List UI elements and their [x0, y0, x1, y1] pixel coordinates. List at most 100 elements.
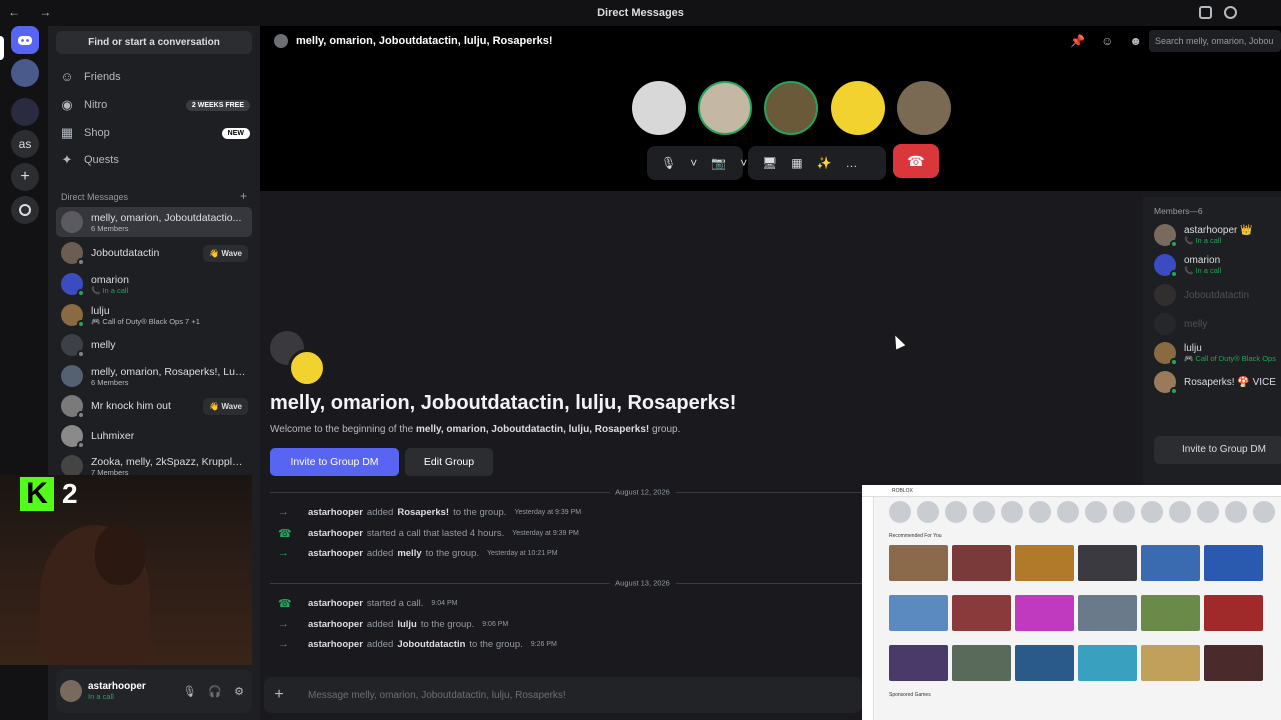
member-item[interactable]: omarion 📞 In a call — [1154, 254, 1221, 278]
sidebar-item-nitro[interactable]: ◉ Nitro 2 WEEKS FREE — [60, 93, 250, 117]
status-indicator — [77, 258, 85, 266]
dm-name: melly, omarion, Rosaperks!, Luh... — [91, 365, 246, 378]
roblox-game-thumbnail — [1204, 595, 1263, 631]
roblox-friend-avatar — [1001, 501, 1023, 523]
more-icon[interactable]: … — [846, 156, 858, 170]
add-server-button[interactable]: + — [11, 163, 39, 191]
wave-button[interactable]: 👋 Wave — [203, 244, 248, 262]
dm-item[interactable]: Mr knock him out 👋 Wave — [56, 391, 252, 421]
compass-icon — [19, 204, 31, 216]
settings-gear-icon[interactable]: ⚙ — [234, 685, 244, 698]
camera-off-icon[interactable]: 📷 — [711, 156, 726, 170]
roblox-overlay: ROBLOX Recommended For You Sponsored Gam… — [862, 485, 1281, 720]
member-item[interactable]: lulju 🎮 Call of Duty® Black Ops — [1154, 342, 1276, 366]
member-item[interactable]: Joboutdatactin — [1154, 284, 1249, 306]
message-user[interactable]: astarhooper — [308, 507, 363, 518]
call-participant-avatar[interactable] — [698, 81, 752, 135]
call-participant-avatar[interactable] — [632, 81, 686, 135]
message-user[interactable]: astarhooper — [308, 598, 363, 609]
dm-name: melly — [91, 339, 116, 351]
sidebar-item-shop[interactable]: ▦ Shop NEW — [60, 121, 250, 145]
roblox-friend-avatar — [945, 501, 967, 523]
dm-item[interactable]: melly, omarion, Rosaperks!, Luh... 6 Memb… — [56, 361, 252, 391]
sidebar-item-friends[interactable]: ☺ Friends — [60, 65, 250, 89]
channel-header: melly, omarion, Joboutdatactin, lulju, R… — [260, 26, 1281, 56]
roblox-section: Recommended For You — [889, 533, 942, 539]
soundboard-icon[interactable]: ✨ — [817, 156, 832, 170]
screen-share-icon[interactable]: 🖥 — [762, 156, 777, 170]
dm-item[interactable]: melly — [56, 330, 252, 360]
message-user[interactable]: astarhooper — [308, 528, 363, 539]
wave-button[interactable]: 👋 Wave — [203, 397, 248, 415]
server-icon-1[interactable] — [11, 59, 39, 87]
group-avatar — [274, 34, 288, 48]
group-big-avatar — [270, 331, 326, 387]
message-user[interactable]: astarhooper — [308, 619, 363, 630]
roblox-game-thumbnail — [952, 595, 1011, 631]
chevron-down-icon[interactable]: ˅ — [690, 156, 697, 170]
call-participant-avatar[interactable] — [764, 81, 818, 135]
message-verb: started a call that lasted 4 hours. — [366, 528, 505, 539]
dm-name: melly, omarion, Joboutdatactio... — [91, 211, 242, 224]
member-text: Rosaperks! 🍄 VICE — [1184, 377, 1276, 388]
server-icon-as[interactable]: as — [11, 130, 39, 158]
create-dm-button[interactable]: + — [240, 190, 247, 202]
help-icon[interactable] — [1224, 6, 1237, 19]
avatar — [1154, 224, 1178, 248]
group-name: melly, omarion, Joboutdatactin, lulju, R… — [296, 35, 553, 47]
search-input[interactable]: Search melly, omarion, Jobou — [1149, 30, 1281, 52]
status-indicator — [1170, 387, 1178, 395]
sidebar-invite-button[interactable]: Invite to Group DM — [1154, 436, 1281, 464]
roblox-game-thumbnail — [1078, 595, 1137, 631]
invite-to-group-button[interactable]: Invite to Group DM — [270, 448, 399, 476]
member-list: Members—6 astarhooper 👑 📞 In a call omario… — [1143, 197, 1281, 497]
call-participant-avatar[interactable] — [831, 81, 885, 135]
roblox-friend-avatar — [889, 501, 911, 523]
member-item[interactable]: astarhooper 👑 📞 In a call — [1154, 224, 1253, 248]
roblox-game-grid — [889, 545, 1263, 681]
inbox-icon[interactable] — [1199, 6, 1212, 19]
message-target[interactable]: Rosaperks! — [397, 507, 449, 518]
headset-icon[interactable]: 🎧 — [208, 685, 222, 698]
direct-messages-button[interactable] — [11, 26, 39, 54]
message-target[interactable]: lulju — [397, 619, 417, 630]
message-target[interactable]: melly — [397, 548, 421, 559]
edit-group-button[interactable]: Edit Group — [405, 448, 493, 476]
dm-item[interactable]: Luhmixer — [56, 421, 252, 451]
avatar — [61, 334, 85, 358]
message-user[interactable]: astarhooper — [308, 548, 363, 559]
server-icon-2[interactable] — [11, 98, 39, 126]
dm-item[interactable]: omarion 📞 In a call — [56, 269, 252, 299]
member-item[interactable]: melly — [1154, 313, 1207, 335]
message-verb: added — [366, 638, 394, 650]
sidebar-item-quests[interactable]: ✦ Quests — [60, 148, 250, 172]
message-composer[interactable]: + Message melly, omarion, Joboutdatactin… — [264, 677, 862, 713]
dm-item[interactable]: lulju 🎮 Call of Duty® Black Ops 7 +1 — [56, 300, 252, 330]
user-panel: astarhooper In a call 🎙 🎧 ⚙ — [56, 669, 252, 713]
find-conversation-button[interactable]: Find or start a conversation — [56, 31, 252, 54]
dm-item[interactable]: Joboutdatactin 👋 Wave — [56, 238, 252, 268]
selected-pill — [0, 36, 4, 60]
avatar — [1154, 313, 1176, 335]
activities-icon[interactable]: ▦ — [791, 156, 802, 170]
pin-icon[interactable]: 📌 — [1070, 34, 1085, 48]
member-item[interactable]: Rosaperks! 🍄 VICE — [1154, 371, 1276, 395]
end-call-button[interactable]: ☎ — [893, 144, 939, 178]
roblox-sidebar — [862, 497, 874, 720]
mic-icon[interactable]: 🎙 — [661, 156, 676, 170]
message-target[interactable]: Joboutdatactin — [397, 639, 465, 650]
roblox-game-thumbnail — [889, 595, 948, 631]
add-friends-icon[interactable]: ☺ — [1101, 34, 1113, 48]
avatar[interactable] — [60, 680, 82, 702]
chevron-down-icon[interactable]: ˅ — [740, 156, 747, 170]
roblox-topbar: ROBLOX — [862, 485, 1281, 497]
roblox-bottom: Sponsored Games — [889, 692, 931, 698]
dm-item[interactable]: melly, omarion, Joboutdatactio... 6 Membe… — [56, 207, 252, 237]
mic-icon[interactable]: 🎙 — [182, 685, 196, 698]
member-list-icon[interactable]: ☻ — [1129, 34, 1142, 48]
message-user[interactable]: astarhooper — [308, 639, 363, 650]
call-participant-avatar[interactable] — [897, 81, 951, 135]
discover-button[interactable] — [11, 196, 39, 224]
member-text: omarion 📞 In a call — [1184, 255, 1221, 275]
attach-plus-icon[interactable]: + — [264, 686, 294, 704]
